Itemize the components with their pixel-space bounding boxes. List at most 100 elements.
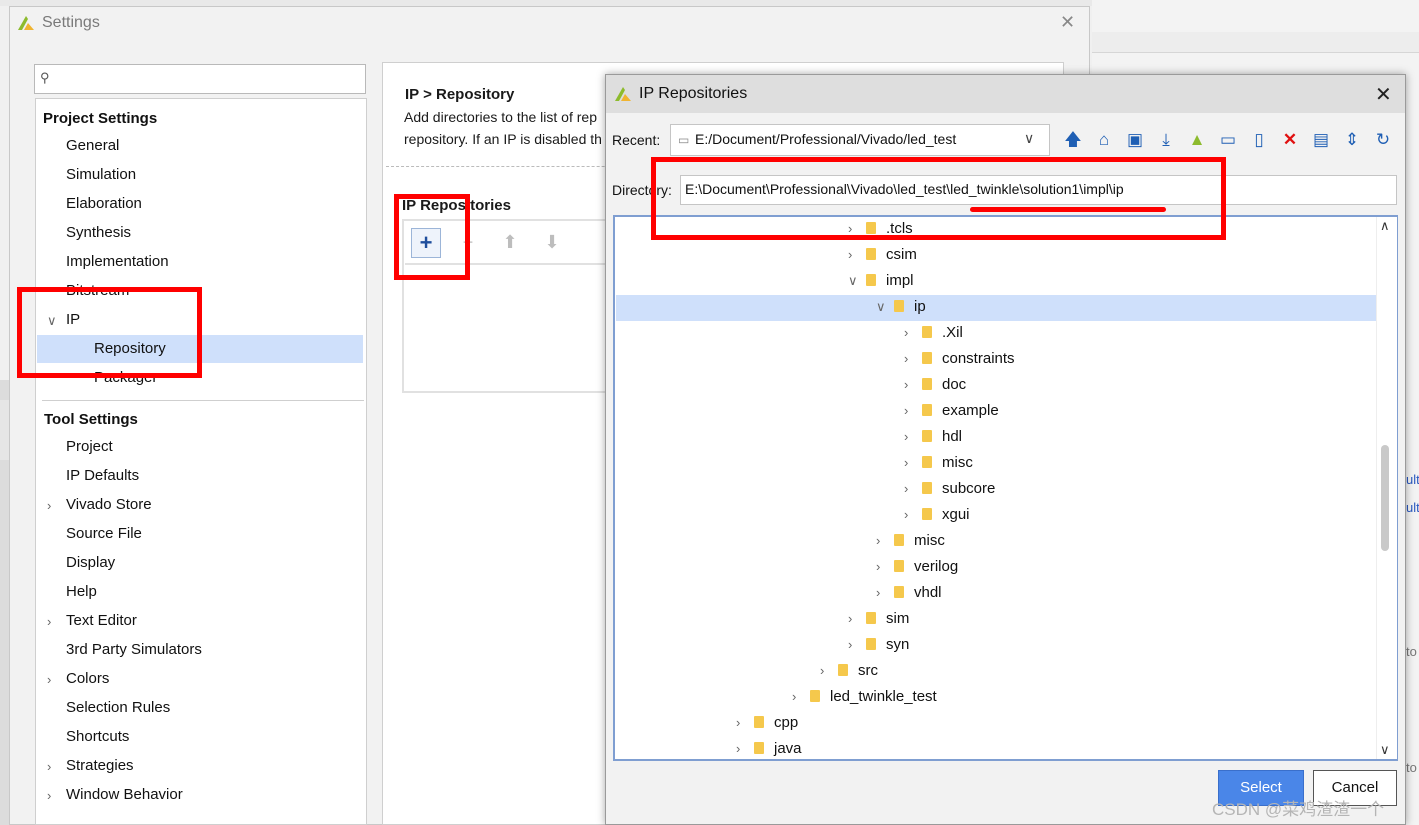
chevron-right-icon[interactable]: › [736, 736, 754, 762]
vivado-icon[interactable]: ▲ [1186, 130, 1208, 150]
chevron-right-icon[interactable]: › [904, 320, 922, 346]
nav-item-help[interactable]: Help [66, 583, 97, 600]
chevron-right-icon[interactable]: › [47, 788, 51, 803]
collapse-icon[interactable]: ⇕ [1341, 130, 1363, 150]
folder-icon [922, 482, 932, 494]
delete-icon[interactable]: ✕ [1279, 130, 1301, 150]
tree-item[interactable]: › constraints [904, 346, 1015, 372]
nav-item-implementation[interactable]: Implementation [66, 253, 169, 270]
tree-item-label: doc [942, 376, 967, 393]
nav-item-3rd-party-simulators[interactable]: 3rd Party Simulators [66, 641, 202, 658]
chevron-right-icon[interactable]: › [848, 606, 866, 632]
chevron-down-icon[interactable]: ∨ [1380, 742, 1390, 758]
nav-item-synthesis[interactable]: Synthesis [66, 224, 131, 241]
folder-icon [838, 664, 848, 676]
tree-item-label: cpp [774, 714, 799, 731]
nav-item-project[interactable]: Project [66, 438, 113, 455]
tree-item[interactable]: › cpp [736, 710, 798, 736]
section-divider [42, 400, 364, 401]
chevron-right-icon[interactable]: › [904, 398, 922, 424]
close-icon[interactable]: ✕ [1060, 12, 1075, 33]
tree-item[interactable]: › doc [904, 372, 966, 398]
chevron-down-icon[interactable]: ∨ [848, 268, 866, 294]
tree-item-label: src [858, 662, 878, 679]
tree-item-label: verilog [914, 558, 959, 575]
tree-item[interactable]: › subcore [904, 476, 995, 502]
home-icon[interactable]: ⌂ [1093, 130, 1115, 150]
tree-item[interactable]: › java [736, 736, 802, 762]
tree-item[interactable]: ∨ ip [876, 294, 926, 320]
refresh-icon[interactable]: ↻ [1372, 130, 1394, 150]
annotation-box [394, 194, 470, 280]
page-title: IP > Repository [405, 86, 515, 103]
chevron-down-icon[interactable]: ∨ [876, 294, 894, 320]
scrollbar-thumb[interactable] [1381, 445, 1389, 551]
chevron-right-icon[interactable]: › [47, 759, 51, 774]
tree-item[interactable]: › xgui [904, 502, 970, 528]
tree-item[interactable]: › vhdl [876, 580, 942, 606]
new-file-icon[interactable]: ▯ [1248, 130, 1270, 150]
nav-item-selection-rules[interactable]: Selection Rules [66, 699, 170, 716]
folder-icon [922, 352, 932, 364]
nav-item-vivado-store[interactable]: Vivado Store [66, 496, 152, 513]
new-folder-icon[interactable]: ▤ [1310, 130, 1332, 150]
search-input[interactable] [34, 64, 366, 94]
chevron-up-icon[interactable]: ∧ [1380, 218, 1390, 234]
nav-item-display[interactable]: Display [66, 554, 115, 571]
move-down-icon[interactable]: ⬇ [537, 228, 567, 258]
chevron-right-icon[interactable]: › [47, 498, 51, 513]
vivado-logo-icon [615, 87, 631, 101]
chevron-right-icon[interactable]: › [47, 672, 51, 687]
tree-item-label: led_twinkle_test [830, 688, 937, 705]
chevron-right-icon[interactable]: › [904, 372, 922, 398]
chevron-right-icon[interactable]: › [792, 684, 810, 710]
up-folder-icon[interactable]: 🡅 [1062, 130, 1084, 150]
chevron-right-icon[interactable]: › [736, 710, 754, 736]
download-icon[interactable]: ⤓ [1155, 130, 1177, 150]
tree-item[interactable]: › sim [848, 606, 909, 632]
tree-item[interactable]: › misc [904, 450, 973, 476]
tree-item[interactable]: › .Xil [904, 320, 963, 346]
tree-item-label: ip [914, 298, 926, 315]
chevron-right-icon[interactable]: › [876, 580, 894, 606]
chevron-right-icon[interactable]: › [848, 242, 866, 268]
tree-item[interactable]: › src [820, 658, 878, 684]
tree-item[interactable]: › misc [876, 528, 945, 554]
chevron-down-icon[interactable]: ∨ [1024, 130, 1034, 147]
computer-icon[interactable]: ▭ [1217, 130, 1239, 150]
chevron-right-icon[interactable]: › [904, 502, 922, 528]
nav-item-source-file[interactable]: Source File [66, 525, 142, 542]
chevron-right-icon[interactable]: › [904, 450, 922, 476]
tree-item[interactable]: › led_twinkle_test [792, 684, 937, 710]
folder-icon [866, 612, 876, 624]
tree-item[interactable]: › example [904, 398, 999, 424]
chevron-right-icon[interactable]: › [47, 614, 51, 629]
nav-item-shortcuts[interactable]: Shortcuts [66, 728, 129, 745]
tree-item[interactable]: › syn [848, 632, 909, 658]
move-up-icon[interactable]: ⬆ [495, 228, 525, 258]
nav-item-text-editor[interactable]: Text Editor [66, 612, 137, 629]
tree-item[interactable]: › verilog [876, 554, 958, 580]
tree-item-label: impl [886, 272, 914, 289]
chevron-right-icon[interactable]: › [904, 424, 922, 450]
chevron-right-icon[interactable]: › [876, 528, 894, 554]
nav-item-window-behavior[interactable]: Window Behavior [66, 786, 183, 803]
chevron-right-icon[interactable]: › [904, 346, 922, 372]
nav-item-strategies[interactable]: Strategies [66, 757, 134, 774]
nav-item-simulation[interactable]: Simulation [66, 166, 136, 183]
nav-item-colors[interactable]: Colors [66, 670, 109, 687]
tree-item[interactable]: › hdl [904, 424, 962, 450]
chevron-right-icon[interactable]: › [820, 658, 838, 684]
chevron-right-icon[interactable]: › [876, 554, 894, 580]
nav-item-general[interactable]: General [66, 137, 119, 154]
chevron-right-icon[interactable]: › [904, 476, 922, 502]
tree-item-label: constraints [942, 350, 1015, 367]
nav-item-elaboration[interactable]: Elaboration [66, 195, 142, 212]
tree-item[interactable]: › csim [848, 242, 917, 268]
folder-icon [754, 716, 764, 728]
nav-item-ip-defaults[interactable]: IP Defaults [66, 467, 139, 484]
tree-item[interactable]: ∨ impl [848, 268, 914, 294]
close-icon[interactable]: ✕ [1375, 82, 1392, 107]
desktop-icon[interactable]: ▣ [1124, 130, 1146, 150]
chevron-right-icon[interactable]: › [848, 632, 866, 658]
